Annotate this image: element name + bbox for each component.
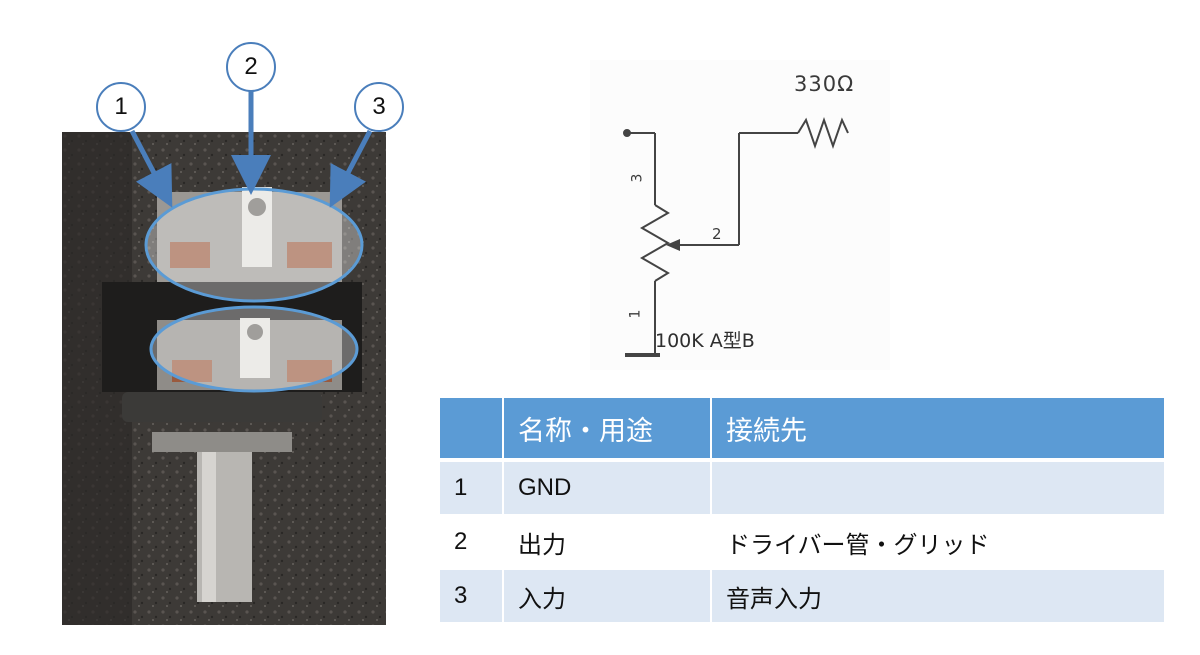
schematic-diagram xyxy=(590,60,890,370)
row-number: 1 xyxy=(440,462,502,516)
terminal-highlight-lower xyxy=(149,305,359,393)
table-row: 3 入力 音声入力 xyxy=(440,570,1164,624)
schematic-pin-3-label: 3 xyxy=(629,173,646,183)
table-row: 1 GND xyxy=(440,462,1164,516)
callout-3: 3 xyxy=(354,82,404,132)
resistor-value-label: 330Ω xyxy=(794,72,855,96)
terminal-highlight-upper xyxy=(144,187,364,303)
schematic-pin-1-label: 1 xyxy=(627,309,644,319)
callout-2: 2 xyxy=(226,42,276,92)
row-number: 3 xyxy=(440,570,502,624)
table-row: 2 出力 ドライバー管・グリッド xyxy=(440,516,1164,570)
row-destination: ドライバー管・グリッド xyxy=(710,516,1164,570)
table-header-row: 名称・用途 接続先 xyxy=(440,398,1164,462)
callout-2-label: 2 xyxy=(244,53,258,80)
row-name: 出力 xyxy=(502,516,710,570)
row-name: 入力 xyxy=(502,570,710,624)
pin-assignment-table: 名称・用途 接続先 1 GND 2 出力 ドライバー管・グリッド 3 入力 音声… xyxy=(440,398,1164,624)
header-connection: 接続先 xyxy=(710,398,1164,462)
schematic-pin-2-label: 2 xyxy=(712,225,722,243)
row-destination xyxy=(710,462,1164,516)
header-number xyxy=(440,398,502,462)
callout-1: 1 xyxy=(96,82,146,132)
row-name: GND xyxy=(502,462,710,516)
callout-3-label: 3 xyxy=(372,93,386,120)
row-number: 2 xyxy=(440,516,502,570)
row-destination: 音声入力 xyxy=(710,570,1164,624)
callout-1-label: 1 xyxy=(114,93,128,120)
potentiometer-photo xyxy=(62,132,386,625)
potentiometer-value-label: 100K A型B xyxy=(655,330,755,352)
header-name-usage: 名称・用途 xyxy=(502,398,710,462)
